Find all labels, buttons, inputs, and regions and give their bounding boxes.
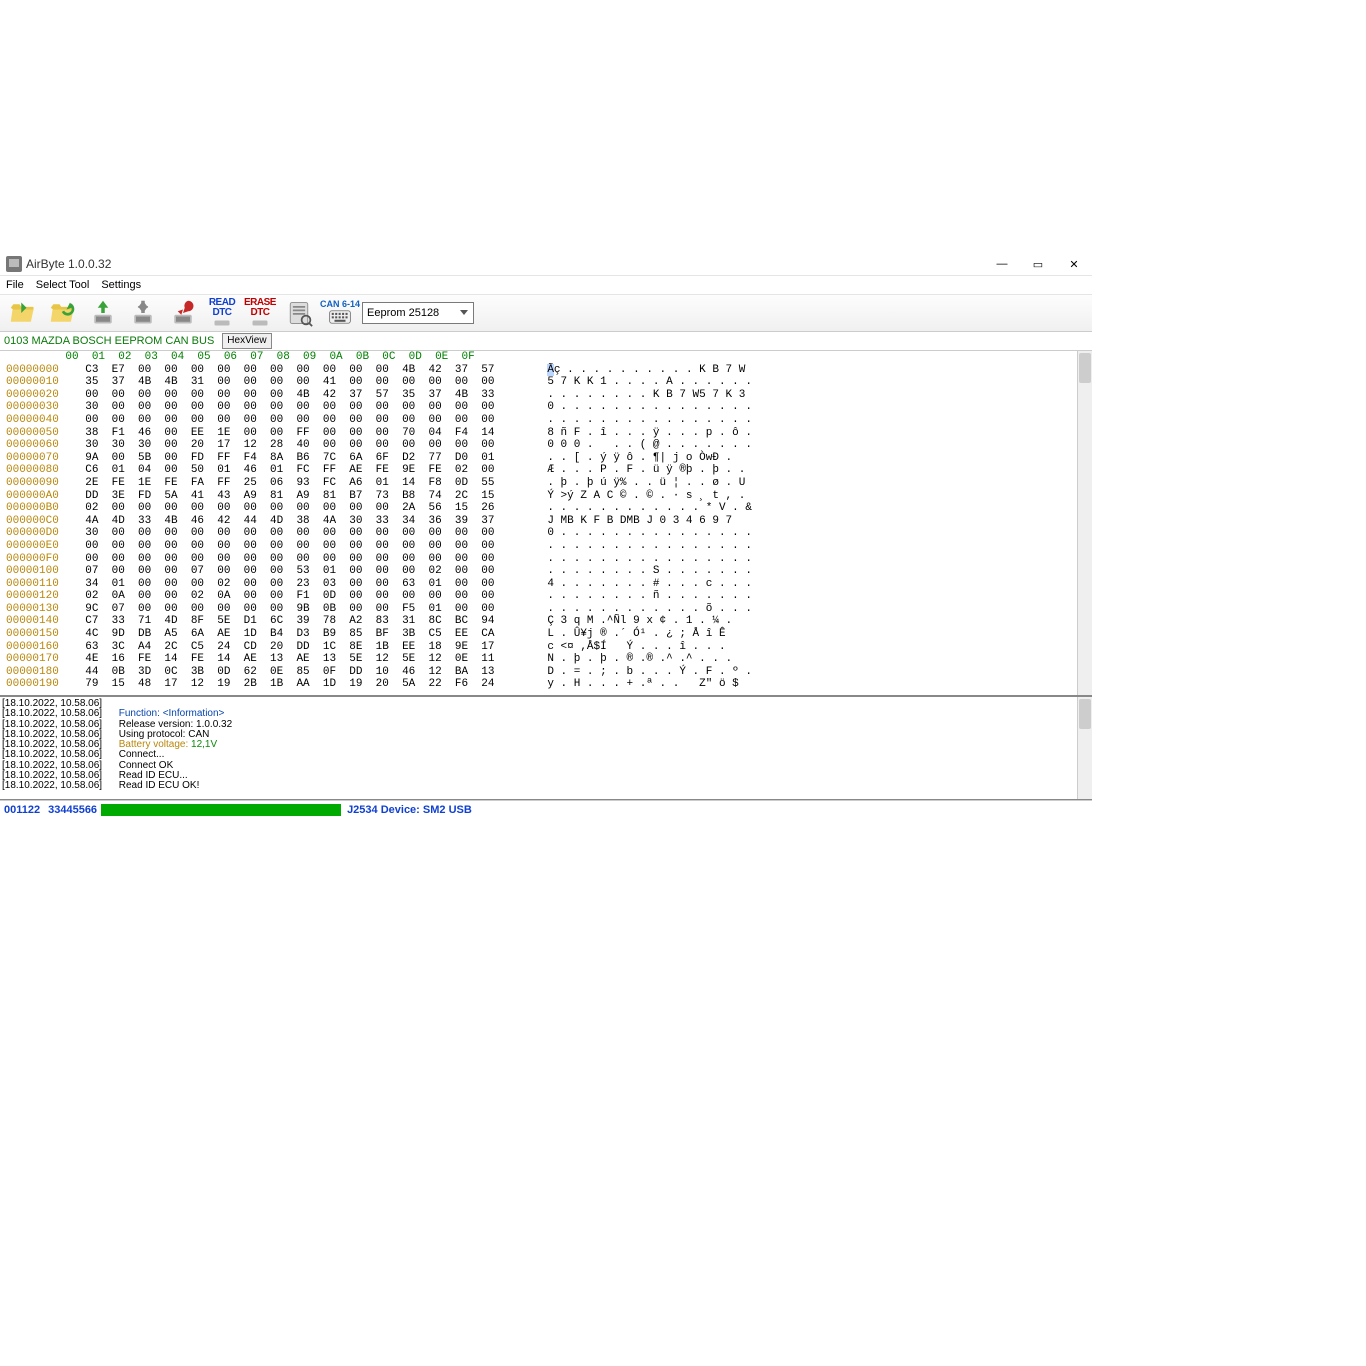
open-folder-button[interactable] [4, 296, 42, 330]
progress-bar [101, 804, 341, 816]
module-info: 0103 MAZDA BOSCH EEPROM CAN BUS [0, 335, 214, 347]
app-icon [6, 256, 22, 272]
can-selector[interactable]: CAN 6-14 [320, 299, 360, 328]
erase-dtc-button[interactable]: ERASE DTC [242, 296, 278, 330]
can-label: CAN 6-14 [320, 299, 360, 309]
menu-file[interactable]: File [6, 279, 24, 291]
read-dtc-label-2: DTC [212, 308, 231, 318]
menu-settings[interactable]: Settings [101, 279, 141, 291]
download-button[interactable] [124, 296, 162, 330]
scroll-thumb[interactable] [1079, 353, 1091, 383]
hex-viewer[interactable]: 00 01 02 03 04 05 06 07 08 09 0A 0B 0C 0… [0, 351, 1092, 696]
chip-icon [212, 318, 232, 328]
scroll-thumb[interactable] [1079, 699, 1091, 729]
save-button[interactable] [44, 296, 82, 330]
menu-select-tool[interactable]: Select Tool [36, 279, 90, 291]
log-content: [18.10.2022, 10.58.06] [18.10.2022, 10.5… [2, 699, 1092, 792]
menubar: File Select Tool Settings [0, 276, 1092, 295]
read-dtc-button[interactable]: READ DTC [204, 296, 240, 330]
device-label: J2534 Device: SM2 USB [341, 804, 472, 816]
close-button[interactable]: ✕ [1056, 253, 1092, 275]
hex-content: 00 01 02 03 04 05 06 07 08 09 0A 0B 0C 0… [0, 351, 1092, 691]
hex-scrollbar[interactable] [1077, 351, 1092, 695]
window-controls: — ▭ ✕ [984, 253, 1092, 275]
toolbar: READ DTC ERASE DTC CAN 6-14 Eeprom 25128 [0, 295, 1092, 332]
chip-up-icon [89, 299, 117, 327]
log-pane[interactable]: [18.10.2022, 10.58.06] [18.10.2022, 10.5… [0, 696, 1092, 800]
folder-open-icon [9, 299, 37, 327]
write-button[interactable] [164, 296, 202, 330]
maximize-button[interactable]: ▭ [1020, 253, 1056, 275]
chip-icon [250, 318, 270, 328]
folder-save-icon [49, 299, 77, 327]
titlebar[interactable]: AirByte 1.0.0.32 — ▭ ✕ [0, 253, 1092, 276]
chip-write-icon [169, 299, 197, 327]
window-title: AirByte 1.0.0.32 [26, 257, 111, 271]
keyboard-icon [329, 309, 351, 328]
chip-down-icon [129, 299, 157, 327]
info-bar: 0103 MAZDA BOSCH EEPROM CAN BUS HexView [0, 332, 1092, 351]
hexview-button[interactable]: HexView [222, 333, 271, 349]
report-icon [285, 299, 313, 327]
erase-dtc-label-2: DTC [250, 308, 269, 318]
eeprom-select[interactable]: Eeprom 25128 [362, 302, 474, 324]
status-bar: 001122 33445566 J2534 Device: SM2 USB [0, 800, 1092, 819]
report-button[interactable] [280, 296, 318, 330]
log-scrollbar[interactable] [1077, 697, 1092, 799]
status-code-1: 001122 [0, 804, 44, 816]
eeprom-select-value: Eeprom 25128 [367, 307, 439, 319]
minimize-button[interactable]: — [984, 253, 1020, 275]
upload-button[interactable] [84, 296, 122, 330]
application-window: AirByte 1.0.0.32 — ▭ ✕ File Select Tool … [0, 253, 1092, 819]
status-code-2: 33445566 [44, 804, 101, 816]
